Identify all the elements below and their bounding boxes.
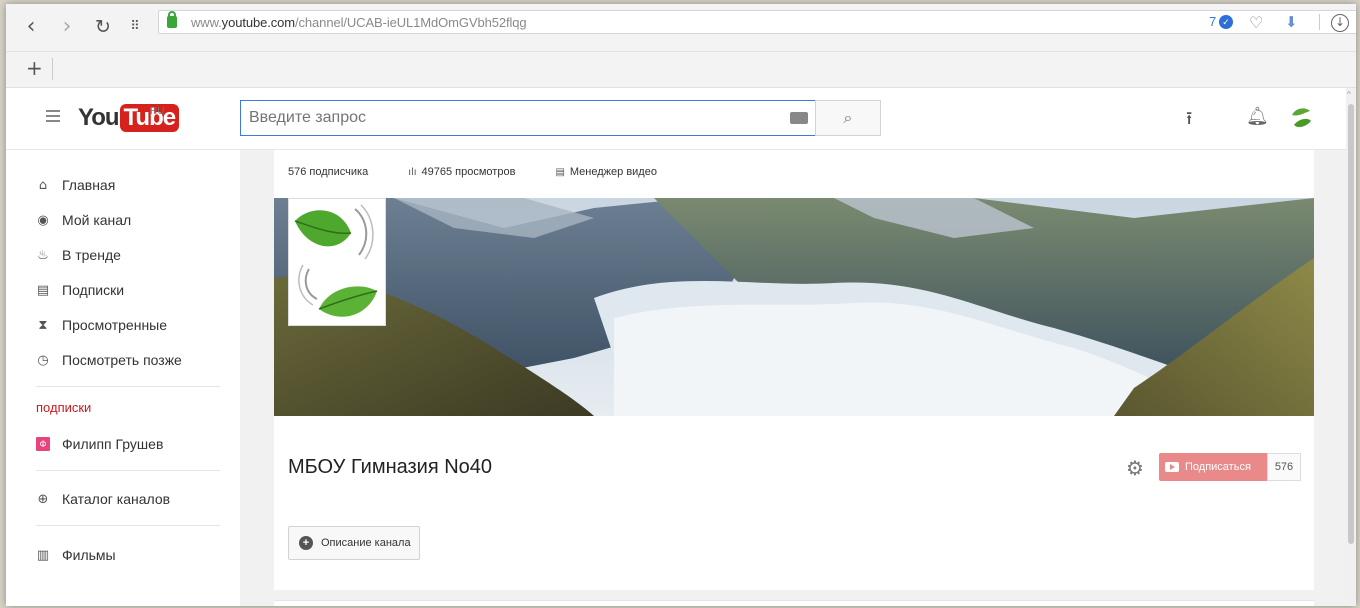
video-manager-icon: ▤ [555,166,565,178]
video-manager-label: Менеджер видео [569,166,657,178]
menu-icon[interactable] [46,110,60,125]
channel-title: МБОУ Гимназия No40 [288,456,493,478]
channel-logo[interactable] [288,198,386,326]
url-text[interactable]: www.youtube.com/channel/UCAB-ieUL1MdOmGV… [191,15,527,30]
youtube-header: YouTube RU ⌕ ⭱ 🔔︎ [6,88,1346,150]
sidebar-divider [36,470,220,471]
sidebar-item-label: Мой канал [62,212,132,228]
sidebar-item-my-channel[interactable]: ◉ Мой канал [36,209,131,231]
sidebar-item-watch-later[interactable]: ◷ Посмотреть позже [36,349,182,371]
back-icon[interactable]: ‹ [20,16,42,38]
sidebar-item-label: Каталог каналов [62,491,171,507]
forward-icon[interactable]: › [56,16,78,38]
sidebar-item-movies[interactable]: ▥ Фильмы [36,544,116,566]
new-tab-button[interactable]: + [26,56,43,80]
fire-icon: ♨ [37,247,49,263]
subscriber-stat: 576 подписчика [288,166,368,178]
avatar[interactable] [1288,105,1314,131]
subscriber-count: 576 подписчика [288,166,369,178]
sidebar-item-label: Главная [62,177,116,193]
sidebar-item-subscriptions[interactable]: ▤ Подписки [36,279,124,301]
search-icon: ⌕ [843,108,853,127]
address-bar[interactable]: www.youtube.com/channel/UCAB-ieUL1MdOmGV… [158,10,1356,34]
sidebar-item-trending[interactable]: ♨ В тренде [36,244,121,266]
channel-banner [274,198,1314,416]
banner-image [274,198,1314,416]
sidebar-item-history[interactable]: ⧗ Просмотренные [36,314,167,336]
bar-chart-icon: ılı [408,166,417,178]
channel-description-button[interactable]: + Описание канала [288,526,420,560]
sidebar: ⌂ Главная ◉ Мой канал ♨ В тренде ▤ Подписки … [6,150,240,606]
download-arrow-icon[interactable]: ⬇ [1285,13,1298,31]
gear-icon[interactable]: ⚙ [1126,456,1144,480]
hourglass-icon: ⧗ [38,317,48,333]
tab-strip: + [6,52,1356,88]
youtube-play-icon [1165,462,1179,472]
sidebar-divider [36,525,220,526]
plus-icon: + [299,536,313,550]
apps-grid-icon[interactable]: ⠿ [124,16,146,38]
film-icon: ▥ [36,547,50,563]
browser-toolbar: ‹ › ↻ ⠿ www.youtube.com/channel/UCAB-ieU… [6,4,1356,52]
next-section-card [274,600,1314,606]
reload-icon[interactable]: ↻ [92,16,114,38]
page-scrollbar[interactable]: ^ [1346,88,1356,606]
lock-icon [167,11,177,28]
subscribe-label: Подписаться [1185,461,1251,473]
subscriptions-icon: ▤ [36,282,50,298]
sidebar-item-subscription[interactable]: Ф Филипп Грушев [36,433,163,455]
tab-divider [52,58,53,80]
channel-description-label: Описание канала [321,537,411,549]
sidebar-item-catalog[interactable]: ⊕ Каталог каналов [36,488,171,510]
subscribe-count: 576 [1267,453,1301,481]
extension-shield-icon[interactable]: ✓ [1219,15,1233,29]
video-manager-link[interactable]: ▤ Менеджер видео [555,166,657,178]
bell-icon[interactable]: 🔔︎ [1246,106,1269,127]
sidebar-divider [36,386,220,387]
logo-you: You [78,104,120,131]
sidebar-item-label: Фильмы [62,547,116,563]
sidebar-item-label: Подписки [62,282,125,298]
heart-icon[interactable]: ♡ [1249,13,1263,32]
subscribe-button[interactable]: Подписаться [1159,453,1267,481]
plus-circle-icon: ⊕ [37,491,49,507]
user-icon: ◉ [37,212,49,228]
sidebar-item-label: Просмотренные [62,317,168,333]
extension-count: 7 [1209,14,1217,29]
search-button[interactable]: ⌕ [815,100,881,136]
subscription-avatar: Ф [36,437,50,451]
sidebar-item-label: Посмотреть позже [62,352,182,368]
sidebar-item-label: В тренде [62,247,121,263]
upload-icon[interactable]: ⭱ [1186,106,1192,136]
sidebar-item-home[interactable]: ⌂ Главная [36,174,115,196]
scroll-up-icon[interactable]: ^ [1347,90,1351,99]
channel-stats: 576 подписчика ılı 49765 просмотров ▤ Мене… [288,166,697,178]
search-input[interactable] [240,100,816,136]
leaf-logo-icon [294,204,378,317]
home-icon: ⌂ [38,177,48,193]
views-stat: ılı 49765 просмотров [408,166,515,178]
sidebar-section-subscriptions[interactable]: ПОДПИСКИ [36,400,91,415]
scroll-thumb[interactable] [1348,104,1354,544]
logo-region: RU [150,106,165,117]
keyboard-icon[interactable] [790,112,808,124]
download-circle-icon[interactable]: ↓ [1331,14,1349,32]
clock-icon: ◷ [37,352,49,368]
views-count: 49765 просмотров [421,166,516,178]
sidebar-item-label: Филипп Грушев [62,436,164,452]
browser-window: ‹ › ↻ ⠿ www.youtube.com/channel/UCAB-ieU… [6,4,1356,606]
toolbar-divider [1319,14,1320,30]
